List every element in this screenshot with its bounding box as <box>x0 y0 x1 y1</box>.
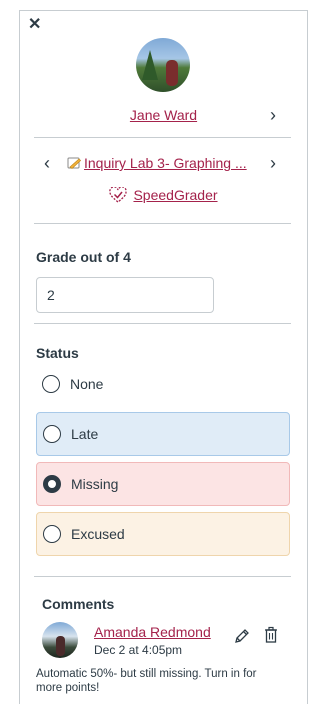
student-name-link[interactable]: Jane Ward <box>20 107 307 123</box>
status-label: Status <box>36 345 79 361</box>
comment-author-link[interactable]: Amanda Redmond <box>94 624 211 640</box>
divider <box>34 223 291 224</box>
radio-button[interactable] <box>43 525 61 543</box>
pencil-icon[interactable] <box>233 627 251 650</box>
comment-body: Automatic 50%- but still missing. Turn i… <box>36 668 257 694</box>
comment-date: Dec 2 at 4:05pm <box>94 643 183 657</box>
comments-title: Comments <box>42 596 115 612</box>
radio-button[interactable] <box>42 375 60 393</box>
status-option-missing[interactable]: Missing <box>36 462 290 506</box>
status-option-label: Late <box>71 426 99 442</box>
grade-label: Grade out of 4 <box>36 249 131 265</box>
status-option-late[interactable]: Late <box>36 412 290 456</box>
radio-button-selected[interactable] <box>43 475 61 493</box>
grade-detail-tray: ✕ Jane Ward › ‹ Inquiry Lab 3- Graphing … <box>19 10 308 704</box>
speedgrader-icon <box>109 186 128 206</box>
assignment-link[interactable]: Inquiry Lab 3- Graphing ... <box>66 155 256 173</box>
chevron-left-icon[interactable]: ‹ <box>44 154 50 172</box>
speedgrader-label: SpeedGrader <box>133 187 218 203</box>
radio-button[interactable] <box>43 425 61 443</box>
divider <box>34 137 291 138</box>
status-option-label: Missing <box>71 476 119 492</box>
trash-icon[interactable] <box>263 626 279 649</box>
status-option-label: None <box>70 376 104 392</box>
grade-input[interactable] <box>36 277 214 313</box>
close-icon[interactable]: ✕ <box>28 17 41 33</box>
chevron-right-icon[interactable]: › <box>270 106 276 124</box>
divider <box>34 323 291 324</box>
status-option-excused[interactable]: Excused <box>36 512 290 556</box>
student-avatar <box>136 38 190 92</box>
comment-author-avatar <box>42 622 78 658</box>
status-option-none[interactable]: None <box>36 362 290 406</box>
assignment-title: Inquiry Lab 3- Graphing ... <box>84 155 247 171</box>
status-option-label: Excused <box>71 526 125 542</box>
divider <box>34 576 291 577</box>
assignment-icon <box>66 156 82 173</box>
chevron-right-icon[interactable]: › <box>270 154 276 172</box>
speedgrader-link[interactable]: SpeedGrader <box>20 186 307 206</box>
